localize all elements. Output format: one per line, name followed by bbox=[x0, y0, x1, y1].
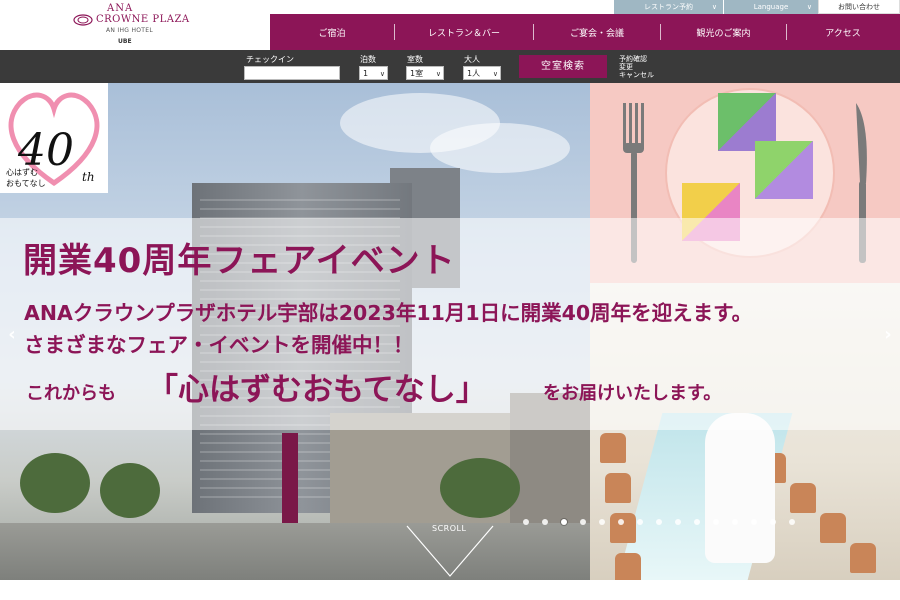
prev-slide-arrow-icon[interactable]: ‹ bbox=[4, 323, 20, 347]
slide-dot[interactable] bbox=[580, 519, 586, 525]
chair bbox=[615, 553, 641, 580]
hotel-vertical-sign bbox=[282, 433, 298, 523]
slide-dot[interactable] bbox=[789, 519, 795, 525]
reservation-links: 予約確認 変更 キャンセル bbox=[619, 55, 654, 79]
availability-search-button[interactable]: 空室検索 bbox=[519, 55, 607, 78]
logo-line-ihg: AN IHG HOTEL bbox=[106, 27, 153, 34]
cancel-reservation-link[interactable]: キャンセル bbox=[619, 71, 654, 79]
chair bbox=[600, 433, 626, 463]
tree bbox=[440, 458, 520, 518]
crown-logo-icon bbox=[73, 14, 93, 26]
language-select[interactable]: Language ∨ bbox=[723, 0, 818, 14]
badge-text-2: おもてなし bbox=[6, 179, 46, 188]
bride-figure bbox=[705, 413, 775, 563]
rooms-label: 室数 bbox=[407, 55, 423, 64]
nav-item-access[interactable]: アクセス bbox=[787, 14, 899, 50]
hotel-logo[interactable]: ANA CROWNE PLAZA AN IHG HOTEL UBE bbox=[0, 0, 270, 50]
slide-dot[interactable] bbox=[770, 519, 776, 525]
chair bbox=[820, 513, 846, 543]
slide-dot[interactable] bbox=[599, 519, 605, 525]
contact-link[interactable]: お問い合わせ bbox=[818, 0, 900, 14]
chevron-down-icon: ∨ bbox=[711, 3, 717, 11]
booking-bar: チェックイン 泊数 1 ∨ 室数 1室 ∨ 大人 1人 ∨ 空室検索 予約確認 … bbox=[0, 50, 900, 83]
adults-value: 1人 bbox=[467, 69, 481, 78]
page-bottom bbox=[0, 580, 900, 600]
hero-slideshow: 40 th 心はずむ おもてなし 開業40周年フェアイベント ANAクラウンプラ… bbox=[0, 83, 900, 580]
slide-dot[interactable] bbox=[713, 519, 719, 525]
chevron-down-icon: ∨ bbox=[435, 70, 441, 78]
language-label: Language bbox=[753, 3, 789, 11]
logo-line-ube: UBE bbox=[118, 38, 132, 45]
checkin-input[interactable] bbox=[244, 66, 340, 80]
pattern-cube bbox=[755, 141, 813, 199]
confirm-reservation-link[interactable]: 予約確認 bbox=[619, 55, 654, 63]
logo-line-crowne-plaza: CROWNE PLAZA bbox=[96, 14, 190, 25]
rooms-select[interactable]: 1室 ∨ bbox=[406, 66, 444, 80]
nights-select[interactable]: 1 ∨ bbox=[359, 66, 388, 80]
chair bbox=[790, 483, 816, 513]
chair bbox=[610, 513, 636, 543]
announcement-line-3-emphasis: 「心はずむおもてなし」 bbox=[147, 372, 487, 408]
slide-dot[interactable] bbox=[732, 519, 738, 525]
tree bbox=[20, 453, 90, 513]
nav-item-sightseeing[interactable]: 観光のご案内 bbox=[661, 14, 786, 50]
nav-item-restaurant[interactable]: レストラン＆バー bbox=[395, 14, 533, 50]
announcement-line-2: さまざまなフェア・イベントを開催中！！ bbox=[24, 333, 414, 357]
badge-suffix: th bbox=[82, 170, 95, 184]
slide-dot[interactable] bbox=[618, 519, 624, 525]
next-slide-arrow-icon[interactable]: › bbox=[880, 323, 896, 347]
checkin-label: チェックイン bbox=[246, 55, 294, 64]
chevron-down-icon: ∨ bbox=[492, 70, 498, 78]
slide-dot[interactable] bbox=[561, 519, 567, 525]
nights-value: 1 bbox=[363, 69, 369, 78]
tree bbox=[100, 463, 160, 518]
slide-dot[interactable] bbox=[675, 519, 681, 525]
utility-nav: レストラン予約 ∨ Language ∨ お問い合わせ bbox=[613, 0, 900, 14]
nav-item-stay[interactable]: ご宿泊 bbox=[270, 14, 394, 50]
restaurant-reservation-link[interactable]: レストラン予約 ∨ bbox=[613, 0, 723, 14]
main-nav: ご宿泊 レストラン＆バー ご宴会・会議 観光のご案内 アクセス bbox=[270, 14, 900, 50]
anniversary-badge: 40 th 心はずむ おもてなし bbox=[0, 83, 108, 193]
adults-label: 大人 bbox=[464, 55, 480, 64]
announcement-line-1: ANAクラウンプラザホテル宇部は2023年11月1日に開業40周年を迎えます。 bbox=[24, 301, 753, 325]
chevron-down-icon: ∨ bbox=[379, 70, 385, 78]
restaurant-reservation-label: レストラン予約 bbox=[644, 3, 693, 11]
nav-item-banquet[interactable]: ご宴会・会議 bbox=[534, 14, 660, 50]
site-header: ANA CROWNE PLAZA AN IHG HOTEL UBE レストラン予… bbox=[0, 0, 900, 50]
slide-dot[interactable] bbox=[694, 519, 700, 525]
nights-label: 泊数 bbox=[360, 55, 376, 64]
event-title: 開業40周年フェアイベント bbox=[23, 241, 456, 281]
adults-select[interactable]: 1人 ∨ bbox=[463, 66, 501, 80]
cloud bbox=[430, 123, 570, 173]
rooms-value: 1室 bbox=[410, 69, 424, 78]
logo-line-ana: ANA bbox=[107, 3, 134, 14]
chair bbox=[850, 543, 876, 573]
slide-pagination bbox=[523, 519, 795, 525]
slide-dot[interactable] bbox=[542, 519, 548, 525]
chair bbox=[605, 473, 631, 503]
badge-text-1: 心はずむ bbox=[6, 167, 38, 177]
contact-label: お問い合わせ bbox=[838, 3, 880, 11]
announcement-line-3-start: これからも bbox=[26, 383, 116, 404]
slide-dot[interactable] bbox=[523, 519, 529, 525]
chevron-down-icon: ∨ bbox=[806, 3, 812, 11]
slide-dot[interactable] bbox=[751, 519, 757, 525]
street bbox=[0, 523, 590, 580]
change-reservation-link[interactable]: 変更 bbox=[619, 63, 654, 71]
slide-dot[interactable] bbox=[637, 519, 643, 525]
heart-40-icon: 40 th 心はずむ おもてなし bbox=[6, 92, 100, 188]
scroll-label: SCROLL bbox=[432, 524, 467, 533]
announcement-line-3-end: をお届けいたします。 bbox=[543, 383, 722, 404]
slide-dot[interactable] bbox=[656, 519, 662, 525]
